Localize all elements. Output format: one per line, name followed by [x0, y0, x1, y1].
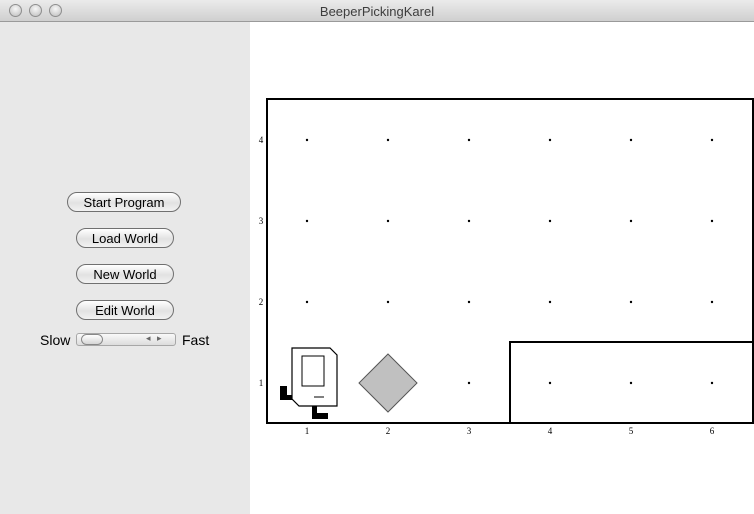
- avenue-label: 3: [467, 426, 472, 436]
- speed-slider[interactable]: ◂ ▸: [76, 331, 176, 348]
- corner-dot: [710, 381, 714, 385]
- corner-dot: [305, 219, 309, 223]
- avenue-label: 6: [710, 426, 715, 436]
- corner-dot: [467, 219, 471, 223]
- window-titlebar: BeeperPickingKarel: [0, 0, 754, 22]
- avenue-label: 2: [386, 426, 391, 436]
- street-label: 3: [259, 216, 264, 226]
- window-title: BeeperPickingKarel: [319, 4, 435, 19]
- avenue-label: 4: [548, 426, 553, 436]
- corner-dot: [467, 300, 471, 304]
- corner-dot: [305, 138, 309, 142]
- load-world-button[interactable]: Load World: [76, 228, 174, 248]
- corner-dot: [548, 138, 552, 142]
- speed-slow-label: Slow: [40, 332, 71, 348]
- slider-arrows-icon: ◂ ▸: [146, 333, 164, 343]
- corner-dot: [629, 300, 633, 304]
- corner-dot: [629, 219, 633, 223]
- karel-world-canvas[interactable]: 1 2 3 4 5 6 1 2 3 4: [250, 22, 754, 514]
- street-label: 4: [259, 135, 264, 145]
- street-labels: 1 2 3 4: [259, 135, 264, 388]
- corner-dot: [548, 381, 552, 385]
- edit-world-button[interactable]: Edit World: [76, 300, 174, 320]
- corner-dot: [386, 138, 390, 142]
- corner-dot: [710, 300, 714, 304]
- corner-dot: [386, 300, 390, 304]
- street-label: 1: [259, 378, 264, 388]
- street-label: 2: [259, 297, 264, 307]
- karel-robot: [280, 347, 338, 419]
- corner-dot: [710, 219, 714, 223]
- corner-dot: [548, 219, 552, 223]
- corner-dot: [305, 300, 309, 304]
- slider-knob[interactable]: [81, 334, 103, 345]
- corner-dot: [710, 138, 714, 142]
- new-world-button[interactable]: New World: [76, 264, 174, 284]
- corner-dot: [386, 219, 390, 223]
- start-program-button[interactable]: Start Program: [67, 192, 181, 212]
- avenue-labels: 1 2 3 4 5 6: [305, 426, 715, 436]
- corner-dot: [548, 300, 552, 304]
- beeper: [358, 353, 418, 413]
- avenue-label: 1: [305, 426, 310, 436]
- corner-dot: [467, 381, 471, 385]
- avenue-label: 5: [629, 426, 634, 436]
- corner-dot: [629, 381, 633, 385]
- corner-dot: [629, 138, 633, 142]
- speed-fast-label: Fast: [182, 332, 210, 348]
- corner-dot: [467, 138, 471, 142]
